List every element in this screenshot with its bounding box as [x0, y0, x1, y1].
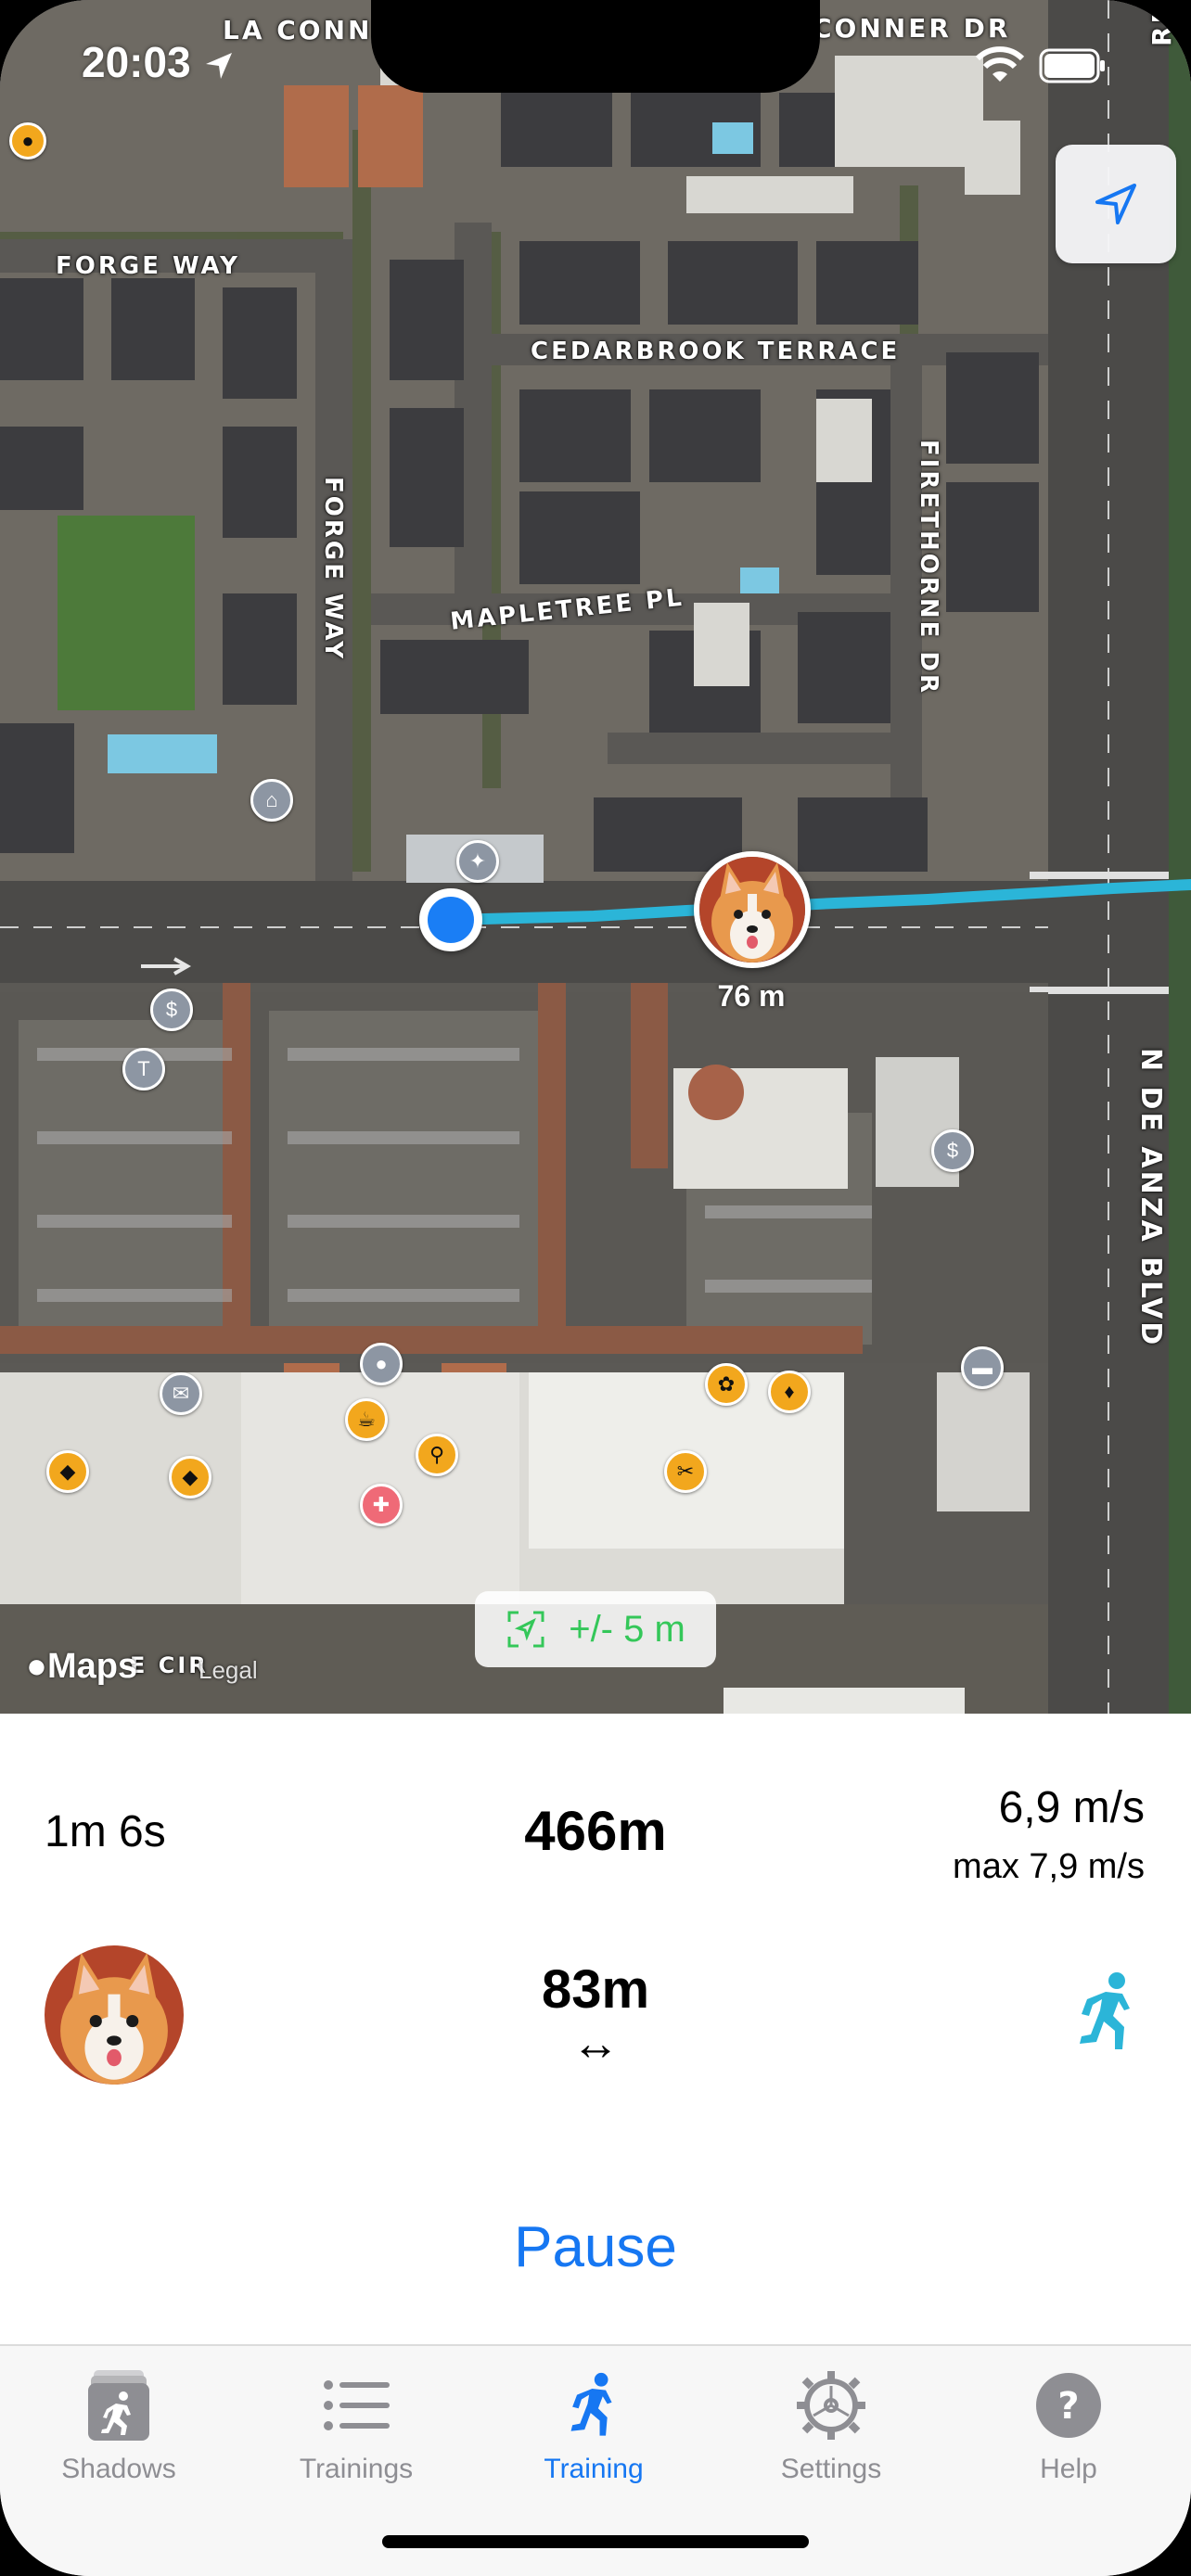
bank-poi-icon-2[interactable]: $	[931, 1129, 974, 1172]
tab-trainings[interactable]: Trainings	[237, 2361, 475, 2500]
car-poi-icon[interactable]: ▬	[961, 1346, 1004, 1389]
home-indicator[interactable]	[382, 2535, 809, 2548]
dog-photo-icon	[699, 857, 805, 963]
tab-shadows[interactable]: Shadows	[0, 2361, 237, 2500]
street-label-firethorne: FIRETHORNE DR	[915, 440, 942, 696]
tab-label-help: Help	[1040, 2454, 1097, 2484]
pause-button[interactable]: Pause	[0, 2214, 1191, 2280]
question-icon: ?	[1036, 2373, 1101, 2438]
pet-poi-icon[interactable]: ✿	[705, 1363, 748, 1406]
status-time-text: 20:03	[82, 38, 191, 86]
street-label-rd: RD	[1146, 0, 1177, 46]
apple-maps-attribution: ●Maps	[26, 1647, 137, 1687]
store-poi-icon[interactable]: T	[122, 1048, 165, 1090]
apple-logo-icon: ●	[26, 1647, 47, 1686]
street-label-cir: E CIR	[130, 1652, 209, 1678]
dog-distance-label: 76 m	[717, 979, 786, 1013]
runner-icon	[570, 2372, 612, 2436]
svg-text:?: ?	[1057, 2385, 1079, 2428]
gps-accuracy-badge[interactable]: +/- 5 m	[475, 1591, 716, 1667]
tab-label-training: Training	[544, 2454, 644, 2484]
accuracy-target-icon	[507, 1611, 544, 1648]
maps-text: Maps	[46, 1647, 138, 1686]
coffee-poi-icon[interactable]: ☕	[345, 1398, 388, 1441]
home-poi-icon[interactable]: ⌂	[250, 779, 293, 822]
dog-map-marker[interactable]	[694, 851, 811, 968]
bank-poi-icon[interactable]: $	[150, 988, 193, 1031]
accuracy-text: +/- 5 m	[569, 1608, 685, 1650]
tab-help[interactable]: ? Help	[950, 2361, 1187, 2500]
key-poi-icon[interactable]: ⚲	[416, 1434, 458, 1476]
shopping-bag-poi-icon[interactable]: ◆	[46, 1450, 89, 1493]
location-arrow-status-icon	[206, 52, 233, 79]
gap-distance: 83m	[541, 1959, 650, 2020]
location-arrow-icon	[1095, 184, 1136, 224]
device-notch	[371, 0, 820, 93]
wifi-icon	[975, 46, 1025, 82]
user-location-dot[interactable]	[419, 888, 482, 951]
martial-arts-poi-icon[interactable]: ✦	[456, 840, 499, 883]
list-icon	[324, 2380, 390, 2430]
current-speed: 6,9 m/s	[998, 1783, 1145, 1832]
gear-icon	[797, 2371, 865, 2440]
street-label-de-anza: N DE ANZA BLVD	[1134, 1048, 1167, 1348]
gap-arrow-icon: ↔	[571, 2017, 620, 2071]
street-label-forge-way-horizontal: FORGE WAY	[56, 252, 241, 280]
locate-me-button[interactable]	[1056, 145, 1176, 263]
training-stats-panel: 1m 6s 466m 6,9 m/s max 7,9 m/s 83m ↔ Pau…	[0, 1714, 1191, 2344]
battery-icon	[1039, 48, 1105, 83]
shadows-icon	[88, 2370, 149, 2441]
liquor-poi-icon[interactable]: ♦	[768, 1371, 811, 1413]
poi-orange-icon[interactable]: ●	[9, 122, 46, 159]
runner-status-icon	[1080, 1972, 1130, 2049]
street-label-forge-way-vertical: FORGE WAY	[319, 477, 347, 662]
dot-poi-icon[interactable]: ●	[360, 1343, 403, 1385]
tab-settings[interactable]: Settings	[712, 2361, 950, 2500]
tab-label-shadows: Shadows	[61, 2454, 176, 2484]
salon-poi-icon[interactable]: ✂	[664, 1450, 707, 1493]
satellite-map[interactable]: LA CONNE CONNER DR RD FORGE WAY FORGE WA…	[0, 0, 1191, 1714]
street-label-cedarbrook: CEDARBROOK TERRACE	[531, 338, 901, 365]
street-label-conner-dr: CONNER DR	[813, 13, 1011, 44]
street-label-la-conner: LA CONNE	[223, 15, 393, 45]
tab-label-settings: Settings	[780, 2454, 882, 2484]
mail-poi-icon[interactable]: ✉	[160, 1372, 202, 1415]
shopping-bag-poi-icon-2[interactable]: ◆	[169, 1456, 211, 1498]
status-time: 20:03	[82, 37, 236, 87]
phone-screen: LA CONNE CONNER DR RD FORGE WAY FORGE WA…	[0, 0, 1191, 2576]
pharmacy-poi-icon[interactable]: ✚	[360, 1484, 403, 1526]
max-speed: max 7,9 m/s	[953, 1847, 1145, 1886]
legal-link[interactable]: Legal	[198, 1656, 258, 1685]
tab-label-trainings: Trainings	[299, 2454, 414, 2484]
tab-training[interactable]: Training	[475, 2361, 712, 2500]
